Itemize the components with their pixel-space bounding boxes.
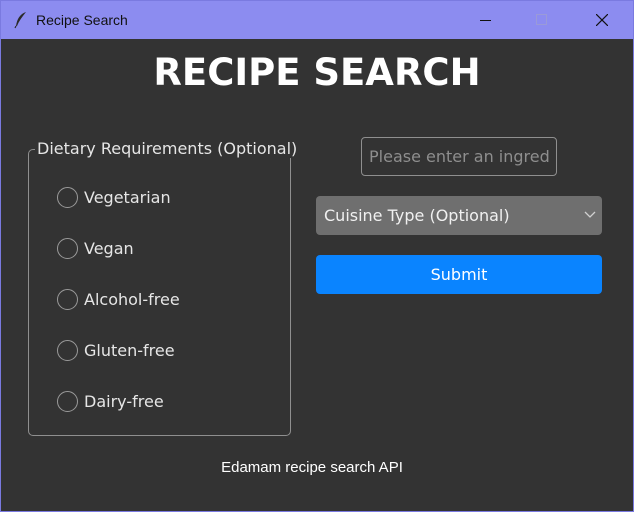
radio-label: Vegan [84,238,134,258]
radio-circle[interactable] [57,288,78,310]
close-button[interactable] [579,1,625,39]
main-content: RECIPE SEARCH Dietary Requirements (Opti… [1,39,633,511]
radio-label: Dairy-free [84,391,164,411]
radio-circle[interactable] [57,390,78,412]
close-icon [596,14,608,26]
radio-dairy-free[interactable]: Dairy-free [57,390,164,412]
radio-vegetarian[interactable]: Vegetarian [57,186,171,208]
chevron-down-icon [584,211,596,218]
submit-button[interactable]: Submit [316,255,602,294]
feather-icon [13,11,29,29]
footer-credit: Edamam recipe search API [221,459,403,476]
cuisine-select[interactable]: Cuisine Type (Optional) [316,196,602,235]
radio-circle[interactable] [57,237,78,259]
radio-circle[interactable] [57,339,78,361]
page-title: RECIPE SEARCH [153,51,481,94]
cuisine-selected: Cuisine Type (Optional) [324,206,510,225]
window-title: Recipe Search [36,12,128,28]
minimize-button[interactable] [463,1,509,39]
maximize-icon [536,14,547,25]
radio-label: Gluten-free [84,340,175,360]
dietary-legend: Dietary Requirements (Optional) [35,139,300,158]
app-window: Recipe Search RECIPE SEARCH Dietary Requ… [0,0,634,512]
title-bar[interactable]: Recipe Search [1,1,633,39]
ingredient-input[interactable] [361,137,557,176]
radio-alcohol-free[interactable]: Alcohol-free [57,288,180,310]
radio-label: Alcohol-free [84,289,180,309]
radio-gluten-free[interactable]: Gluten-free [57,339,175,361]
radio-label: Vegetarian [84,187,171,207]
radio-circle[interactable] [57,186,78,208]
radio-vegan[interactable]: Vegan [57,237,134,259]
maximize-button[interactable] [519,1,565,39]
minimize-icon [480,20,491,21]
